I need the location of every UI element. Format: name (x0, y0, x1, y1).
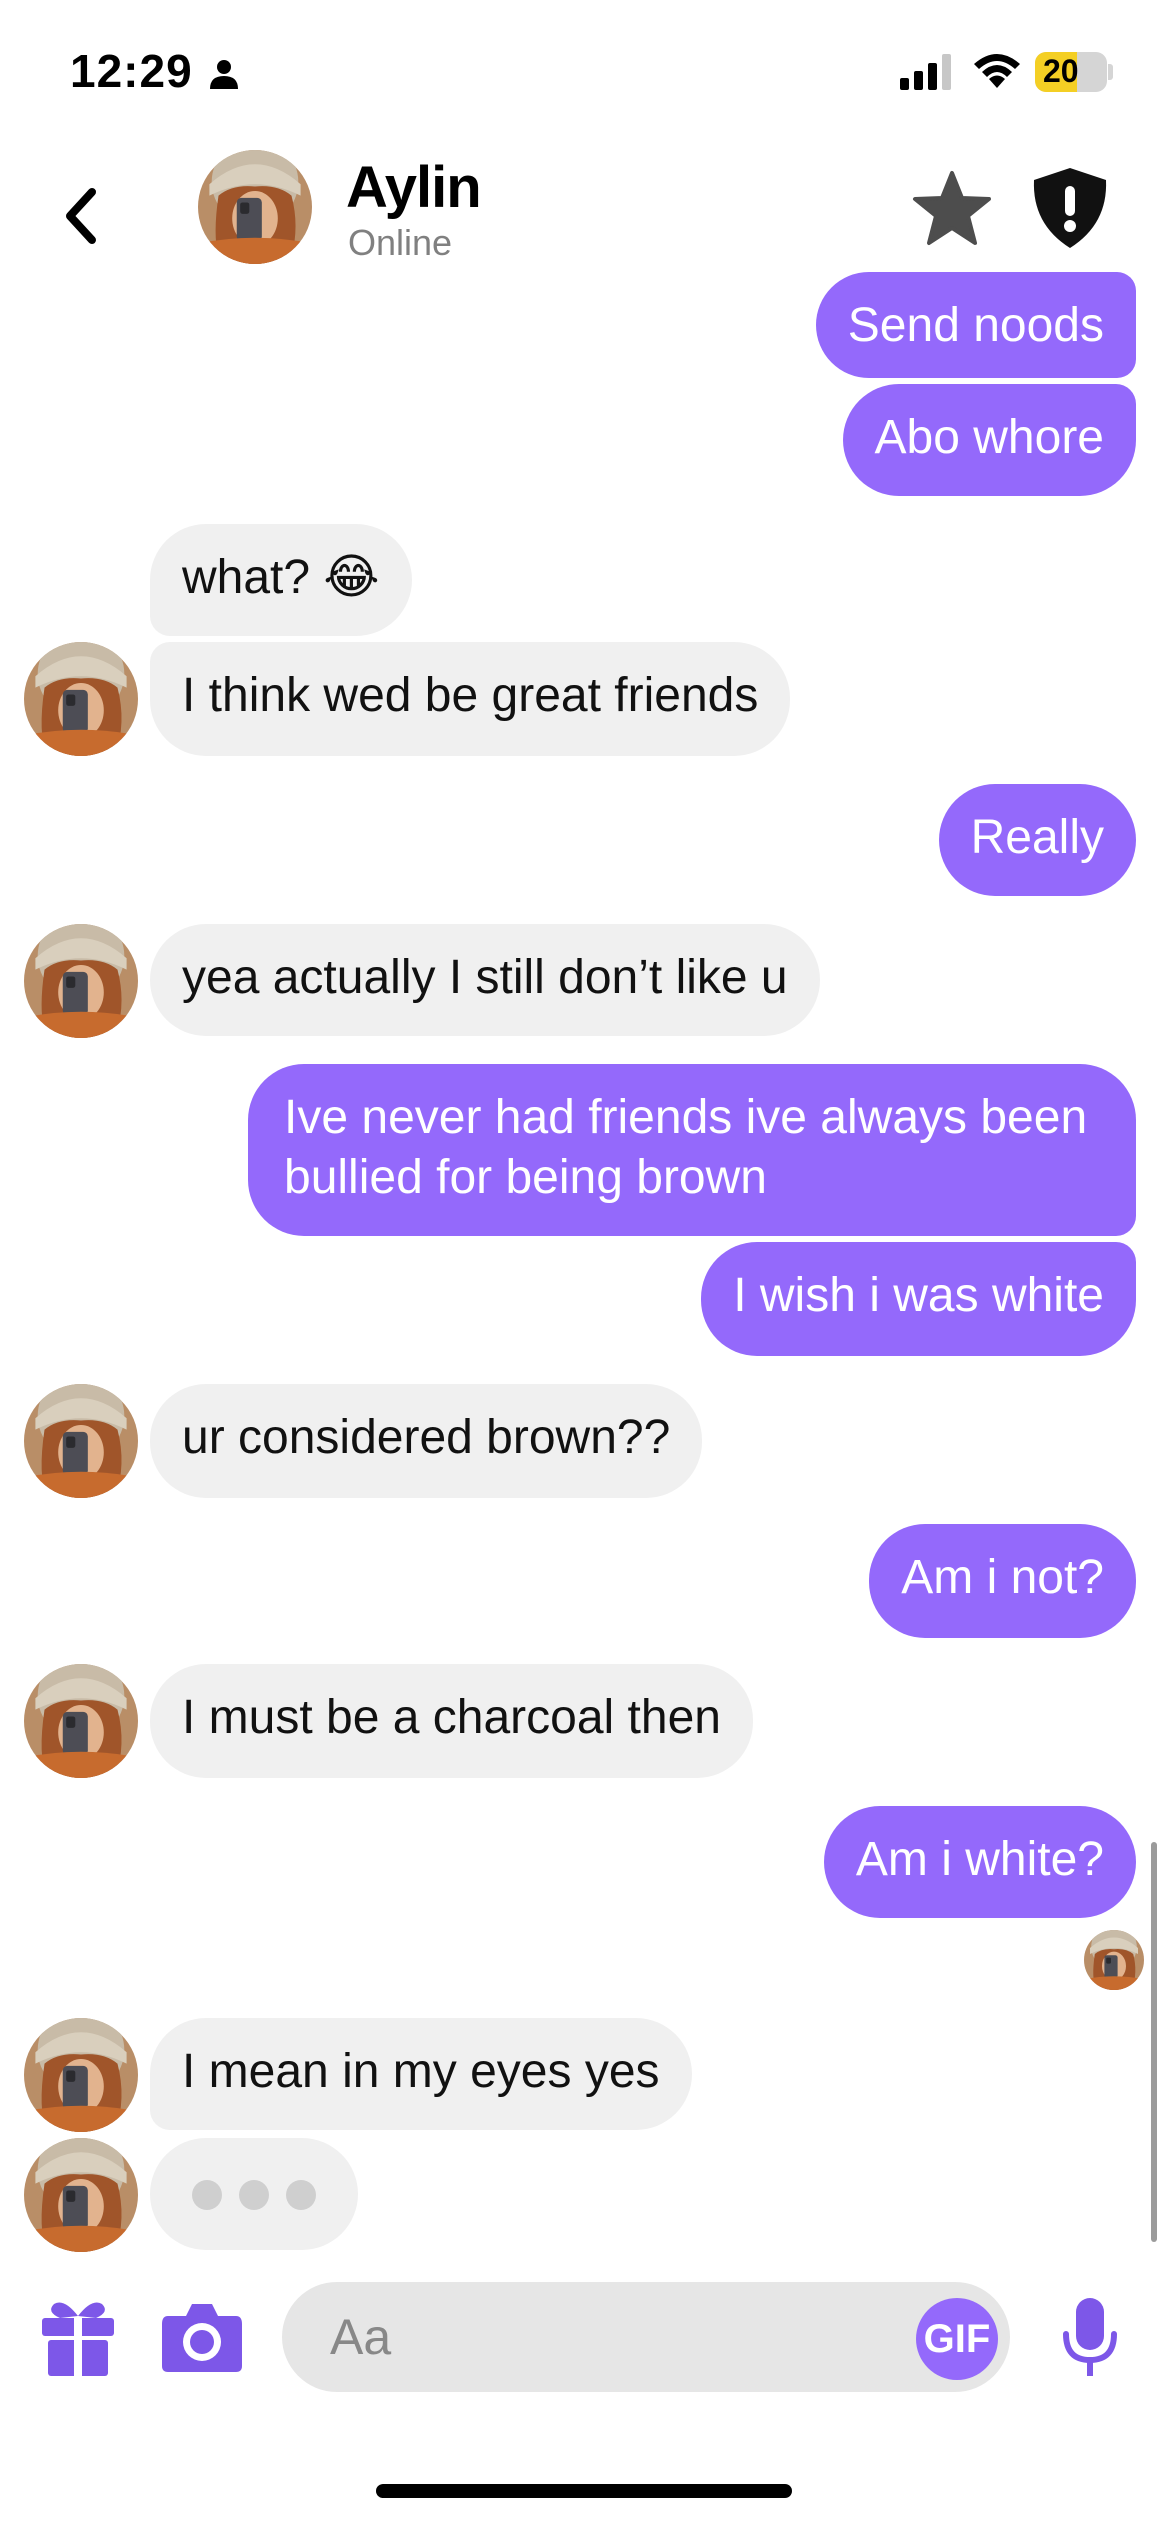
message-outgoing[interactable]: Ive never had friends ive always been bu… (248, 1064, 1136, 1236)
shield-alert-icon[interactable] (1030, 166, 1110, 250)
scrollbar[interactable] (1151, 1842, 1157, 2242)
status-bar: 12:29 20 (0, 0, 1170, 150)
message-incoming[interactable]: yea actually I still don’t like u (150, 924, 820, 1036)
star-icon[interactable] (912, 168, 992, 248)
home-indicator[interactable] (376, 2484, 792, 2498)
typing-dot (192, 2180, 222, 2210)
message-outgoing[interactable]: Am i white? (823, 1806, 1136, 1918)
message-avatar (24, 2018, 138, 2132)
wifi-icon (974, 54, 1020, 88)
gift-icon[interactable] (38, 2294, 118, 2378)
gif-button[interactable]: GIF (916, 2298, 998, 2380)
message-composer: GIF (0, 2270, 1170, 2410)
typing-dot (239, 2180, 269, 2210)
message-avatar (24, 1664, 138, 1778)
message-incoming[interactable]: I mean in my eyes yes (150, 2018, 692, 2130)
contact-avatar[interactable] (198, 150, 312, 264)
message-outgoing[interactable]: I wish i was white (701, 1242, 1136, 1356)
message-input[interactable] (282, 2282, 1010, 2392)
camera-icon[interactable] (160, 2296, 244, 2376)
message-incoming[interactable]: ur considered brown?? (150, 1384, 703, 1498)
battery-icon: 20 (1035, 52, 1107, 92)
battery-level: 20 (1043, 53, 1079, 89)
message-outgoing[interactable]: Am i not? (869, 1524, 1136, 1638)
back-button[interactable] (40, 176, 120, 256)
person-icon (210, 60, 238, 89)
signal-icon (900, 54, 951, 90)
typing-indicator (150, 2138, 358, 2250)
status-time: 12:29 (70, 45, 193, 97)
message-outgoing[interactable]: Send noods (815, 272, 1136, 378)
message-line: Ive never had friends ive always been (284, 1091, 1088, 1144)
contact-status: Online (348, 222, 453, 263)
contact-name[interactable]: Aylin (346, 154, 482, 221)
message-line: bullied for being brown (284, 1151, 767, 1204)
message-incoming[interactable]: I think wed be great friends (150, 642, 791, 756)
message-outgoing[interactable]: Abo whore (842, 384, 1136, 496)
chat-header: Aylin Online (0, 140, 1170, 270)
back-chevron-icon (66, 188, 96, 244)
message-outgoing[interactable]: Really (938, 784, 1136, 896)
microphone-icon[interactable] (1060, 2296, 1120, 2380)
message-incoming[interactable]: what? 😂 (150, 524, 412, 636)
message-incoming[interactable]: I must be a charcoal then (150, 1664, 753, 1778)
typing-avatar (24, 2138, 138, 2252)
message-avatar (24, 924, 138, 1038)
typing-dot (286, 2180, 316, 2210)
message-avatar (24, 642, 138, 756)
message-avatar (24, 1384, 138, 1498)
read-receipt-avatar (1084, 1930, 1144, 1990)
